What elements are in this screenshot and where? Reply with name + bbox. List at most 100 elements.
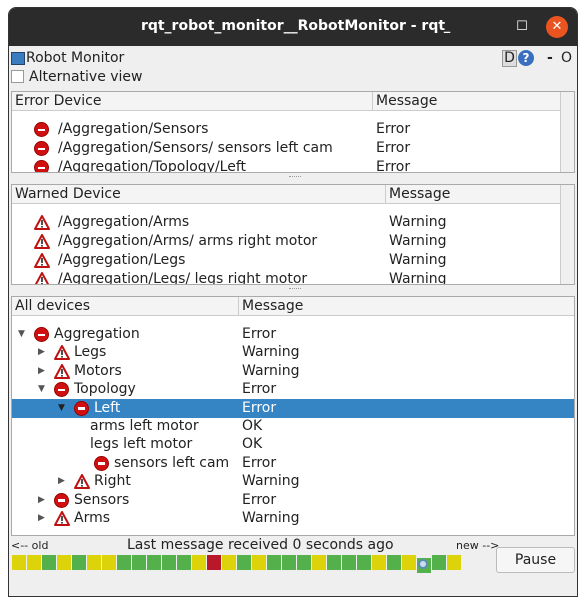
- timeline-cell-ok[interactable]: [177, 555, 191, 570]
- timeline-cell-warning[interactable]: [87, 555, 101, 570]
- device-name: /Aggregation/Legs/ legs right motor: [58, 271, 308, 285]
- message: Warning: [389, 271, 447, 285]
- device-name: legs left motor: [90, 436, 193, 453]
- warning-icon: [34, 234, 50, 249]
- message: Error: [242, 399, 277, 416]
- device-name: Right: [94, 473, 131, 490]
- column-header-message[interactable]: Message: [239, 297, 574, 316]
- error-icon: [34, 122, 49, 137]
- column-header-device[interactable]: Warned Device: [12, 185, 386, 204]
- d-button[interactable]: D: [502, 50, 517, 67]
- timeline-cell-ok[interactable]: [117, 555, 131, 570]
- robot-monitor-icon: [11, 52, 25, 65]
- timeline-cell-warning[interactable]: [372, 555, 386, 570]
- tree-row[interactable]: ▼ Left Error: [12, 398, 574, 418]
- timeline-cell-ok[interactable]: [72, 555, 86, 570]
- timeline-cell-warning[interactable]: [447, 555, 461, 570]
- help-icon[interactable]: ?: [518, 50, 534, 66]
- minimize-plugin-button[interactable]: -: [547, 50, 553, 66]
- warned-table-scrollbar[interactable]: [560, 185, 574, 284]
- timeline-cell-ok[interactable]: [297, 555, 311, 570]
- timeline-cell-warning[interactable]: [102, 555, 116, 570]
- tree-row[interactable]: ▶ Sensors Error: [12, 491, 574, 510]
- message: Error: [242, 326, 277, 342]
- message: Warning: [389, 214, 447, 230]
- timeline-cell-error[interactable]: [207, 555, 221, 570]
- expand-arrow-right-icon[interactable]: ▶: [58, 472, 65, 491]
- message: Error: [242, 491, 277, 508]
- timeline-cell-warning[interactable]: [12, 555, 26, 570]
- table-row[interactable]: /Aggregation/Legs/ legs right motor Warni…: [12, 270, 560, 285]
- timeline-cell-warning[interactable]: [252, 555, 266, 570]
- timeline-cell-warning[interactable]: [312, 555, 326, 570]
- timeline-bar[interactable]: [12, 555, 496, 573]
- splitter-handle[interactable]: [289, 176, 301, 179]
- pause-button[interactable]: Pause: [496, 547, 575, 573]
- timeline-cell-warning[interactable]: [192, 555, 206, 570]
- timeline-cell-ok[interactable]: [267, 555, 281, 570]
- expand-arrow-right-icon[interactable]: ▶: [38, 343, 45, 362]
- minimize-button[interactable]: _: [436, 16, 458, 38]
- timeline-cell-warning[interactable]: [27, 555, 41, 570]
- expand-arrow-right-icon[interactable]: ▶: [38, 509, 45, 528]
- timeline-cell-warning[interactable]: [402, 555, 416, 570]
- timeline-cell-ok[interactable]: [282, 555, 296, 570]
- column-header-device[interactable]: All devices: [12, 297, 239, 316]
- tree-row[interactable]: ▶ Motors Warning: [12, 362, 574, 381]
- tree-row[interactable]: ▼ Aggregation Error: [12, 325, 574, 344]
- close-plugin-button[interactable]: O: [561, 50, 572, 66]
- expand-arrow-down-icon[interactable]: ▼: [38, 380, 45, 399]
- device-name: Aggregation: [54, 326, 140, 342]
- timeline-cell-ok[interactable]: [42, 555, 56, 570]
- close-button[interactable]: ✕: [546, 16, 568, 38]
- timeline-cell-ok[interactable]: [342, 555, 356, 570]
- column-header-message[interactable]: Message: [373, 92, 562, 111]
- tree-row[interactable]: legs left motor OK: [12, 435, 574, 454]
- message: Error: [376, 121, 411, 137]
- alternative-view-checkbox[interactable]: [11, 70, 24, 83]
- tree-row[interactable]: arms left motor OK: [12, 417, 574, 436]
- expand-arrow-down-icon[interactable]: ▼: [18, 325, 25, 344]
- timeline-cell-ok[interactable]: [237, 555, 251, 570]
- message: Warning: [389, 233, 447, 249]
- device-name: /Aggregation/Arms: [58, 214, 190, 230]
- plugin-title: Robot Monitor: [26, 50, 125, 66]
- maximize-button[interactable]: ☐: [511, 16, 533, 38]
- device-name: Topology: [74, 381, 136, 398]
- error-device-table: Error Device Message /Aggregation/Sensor…: [11, 91, 575, 173]
- timeline-cell-ok[interactable]: [132, 555, 146, 570]
- last-message-status: Last message received 0 seconds ago: [127, 537, 394, 553]
- tree-row[interactable]: ▶ Arms Warning: [12, 509, 574, 528]
- timeline-cell-ok[interactable]: [417, 558, 431, 573]
- table-row[interactable]: /Aggregation/Arms/ arms right motor Warni…: [12, 232, 560, 251]
- timeline-cell-ok[interactable]: [327, 555, 341, 570]
- column-header-device[interactable]: Error Device: [12, 92, 373, 111]
- table-row[interactable]: /Aggregation/Arms Warning: [12, 213, 560, 232]
- tree-row[interactable]: ▼ Topology Error: [12, 380, 574, 399]
- tree-row[interactable]: ▶ Legs Warning: [12, 343, 574, 362]
- device-name: /Aggregation/Arms/ arms right motor: [58, 233, 318, 249]
- expand-arrow-right-icon[interactable]: ▶: [38, 491, 45, 510]
- expand-arrow-down-icon[interactable]: ▼: [58, 399, 65, 418]
- timeline-cell-ok[interactable]: [432, 555, 446, 570]
- timeline-cell-warning[interactable]: [57, 555, 71, 570]
- expand-arrow-right-icon[interactable]: ▶: [38, 362, 45, 381]
- magnifier-icon: [418, 559, 428, 569]
- error-icon: [34, 327, 49, 342]
- message: Error: [376, 140, 411, 156]
- table-row[interactable]: /Aggregation/Legs Warning: [12, 251, 560, 270]
- column-header-message[interactable]: Message: [386, 185, 562, 204]
- tree-row[interactable]: ▶ Right Warning: [12, 472, 574, 491]
- all-devices-tree: All devices Message ▼ Aggregation Error ▶ Le…: [11, 296, 575, 536]
- error-table-scrollbar[interactable]: [560, 92, 574, 172]
- tree-row[interactable]: sensors left cam Error: [12, 454, 574, 473]
- timeline-cell-ok[interactable]: [387, 555, 401, 570]
- timeline-cell-warning[interactable]: [222, 555, 236, 570]
- splitter-handle[interactable]: [289, 288, 301, 291]
- timeline-cell-ok[interactable]: [357, 555, 371, 570]
- table-row[interactable]: /Aggregation/Sensors/ sensors left cam Er…: [12, 139, 560, 158]
- table-row[interactable]: /Aggregation/Topology/Left Error: [12, 158, 560, 172]
- timeline-cell-ok[interactable]: [162, 555, 176, 570]
- table-row[interactable]: /Aggregation/Sensors Error: [12, 120, 560, 139]
- timeline-cell-ok[interactable]: [147, 555, 161, 570]
